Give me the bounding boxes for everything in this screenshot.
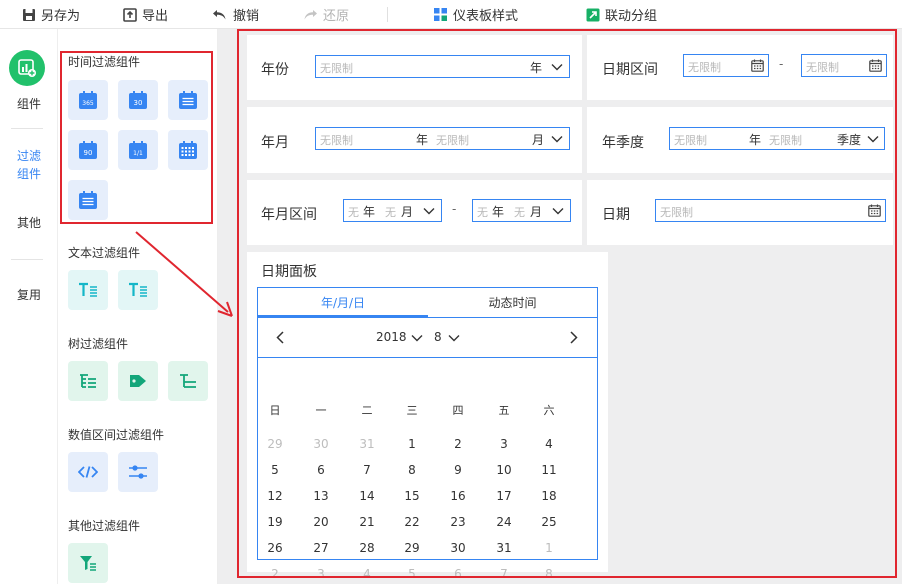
- code-brackets-icon: [78, 466, 98, 478]
- tag-icon: [130, 375, 146, 387]
- nav-filter-component[interactable]: 过滤 组件: [0, 147, 58, 183]
- nav-filter-label-2: 组件: [16, 167, 41, 181]
- range-slider-icon: [129, 465, 147, 479]
- export-label: 导出: [142, 9, 169, 24]
- text-list-icon: [79, 282, 97, 297]
- tree-list-icon: [180, 374, 196, 388]
- nav-divider: [11, 259, 43, 260]
- nav-filter-label-1: 过滤: [16, 149, 41, 163]
- dashboard-style-button[interactable]: 仪表板样式: [433, 0, 518, 29]
- number-range-slider-button[interactable]: [118, 452, 158, 492]
- save-as-label: 另存为: [41, 9, 81, 24]
- undo-icon: [213, 9, 226, 19]
- redo-label: 还原: [323, 9, 350, 24]
- linkage-group-label: 联动分组: [605, 9, 658, 24]
- undo-label: 撤销: [233, 9, 260, 24]
- number-range-code-button[interactable]: [68, 452, 108, 492]
- text-filter-button[interactable]: [68, 270, 108, 310]
- left-nav: 组件 过滤 组件 其他 复用: [0, 29, 58, 584]
- text-filter-title: 文本过滤组件: [68, 246, 141, 260]
- redo-button[interactable]: 还原: [302, 0, 349, 29]
- other-filter-title: 其他过滤组件: [68, 519, 141, 533]
- nav-reuse[interactable]: 复用: [0, 286, 58, 304]
- undo-button[interactable]: 撤销: [212, 0, 259, 29]
- toolbar-divider: [387, 7, 388, 22]
- export-button[interactable]: 导出: [123, 0, 168, 29]
- redo-icon: [304, 9, 317, 19]
- highlight-box-time-filters: [60, 51, 213, 224]
- component-nav-icon[interactable]: [9, 50, 45, 86]
- export-icon: [123, 7, 137, 22]
- save-icon: [23, 8, 35, 21]
- linkage-group-icon: [586, 8, 600, 21]
- arrow-icon: [135, 231, 233, 317]
- top-toolbar: 另存为 导出 撤销 还原 仪表板样式 联动分组: [0, 0, 902, 29]
- save-as-button[interactable]: 另存为: [22, 0, 80, 29]
- nav-component[interactable]: 组件: [0, 95, 58, 113]
- dashboard-style-icon: [434, 8, 447, 21]
- chart-add-icon: [18, 59, 36, 77]
- nav-divider: [11, 128, 43, 129]
- tree-filter-button[interactable]: [68, 361, 108, 401]
- tree-filter-title: 树过滤组件: [68, 337, 129, 351]
- nav-other[interactable]: 其他: [0, 214, 58, 232]
- tree-label-filter-button[interactable]: [168, 361, 208, 401]
- tag-filter-button[interactable]: [118, 361, 158, 401]
- dashboard-style-label: 仪表板样式: [453, 9, 519, 24]
- tree-list-icon: [80, 374, 96, 388]
- funnel-list-icon: [80, 556, 96, 571]
- other-filter-button[interactable]: [68, 543, 108, 583]
- highlight-box-canvas: [237, 29, 897, 578]
- number-range-title: 数值区间过滤组件: [68, 428, 165, 442]
- linkage-group-button[interactable]: 联动分组: [586, 0, 657, 29]
